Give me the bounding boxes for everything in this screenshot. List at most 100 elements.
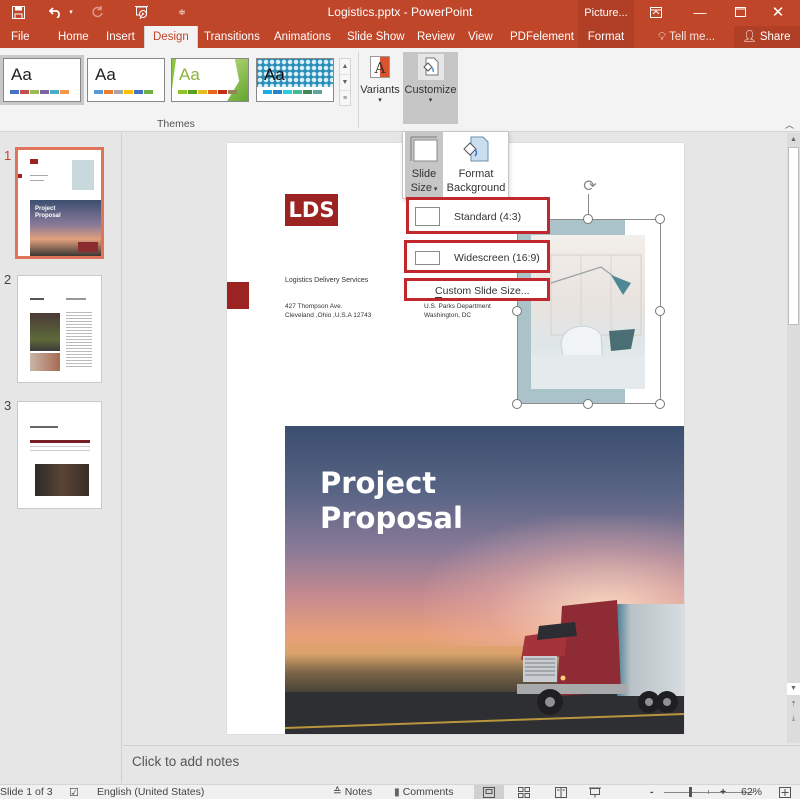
save-button[interactable] bbox=[8, 2, 28, 22]
scrollbar-thumb[interactable] bbox=[788, 147, 799, 325]
tab-file[interactable]: File bbox=[3, 26, 38, 48]
color-swatch bbox=[218, 90, 227, 94]
format-background-button[interactable]: Format Background bbox=[444, 132, 508, 200]
menu-item-standard[interactable]: Standard (4:3) bbox=[406, 197, 550, 234]
language-indicator[interactable]: English (United States) bbox=[97, 786, 204, 798]
resize-handle-sw[interactable] bbox=[512, 399, 522, 409]
slide-show-button[interactable] bbox=[580, 785, 610, 799]
thumb-heading bbox=[66, 298, 86, 300]
resize-handle-w[interactable] bbox=[512, 306, 522, 316]
tab-transitions[interactable]: Transitions bbox=[196, 26, 268, 48]
scroll-up-button[interactable]: ▲ bbox=[787, 134, 800, 146]
slide-size-icon bbox=[410, 136, 438, 162]
address-line-1[interactable]: 427 Thompson Ave. bbox=[285, 302, 343, 311]
start-slideshow-button[interactable] bbox=[132, 2, 150, 22]
tab-slide-show[interactable]: Slide Show bbox=[339, 26, 413, 48]
vertical-scrollbar[interactable]: ▲ ▼ ⤒ ⤓ bbox=[787, 133, 800, 743]
recipient-line-1[interactable]: U.S. Parks Department bbox=[424, 302, 491, 311]
redo-button[interactable] bbox=[90, 2, 106, 22]
thumb-table-row bbox=[30, 450, 90, 451]
thumbnail-number: 3 bbox=[4, 398, 12, 413]
collapse-ribbon-button[interactable]: ︿ bbox=[785, 118, 794, 131]
gallery-scroll-down[interactable]: ▼ bbox=[340, 75, 350, 91]
company-logo[interactable]: LDS bbox=[285, 194, 338, 226]
tab-review[interactable]: Review bbox=[409, 26, 463, 48]
menu-item-custom-slide-size[interactable]: Custom Slide Size... bbox=[404, 278, 550, 301]
zoom-out-button[interactable]: - bbox=[650, 786, 654, 798]
previous-slide-button[interactable]: ⤒ bbox=[787, 699, 800, 711]
resize-handle-e[interactable] bbox=[655, 306, 665, 316]
hero-image[interactable]: Project Proposal bbox=[285, 426, 684, 734]
normal-view-icon bbox=[483, 787, 495, 798]
share-button[interactable]: 👤︎ Share bbox=[734, 26, 800, 48]
facet-decoration-left bbox=[172, 59, 176, 89]
widescreen-ratio-icon bbox=[415, 251, 440, 265]
customize-button[interactable]: Customize ▾ bbox=[403, 52, 458, 124]
tab-view[interactable]: View bbox=[460, 26, 501, 48]
close-button[interactable]: ✕ bbox=[756, 0, 800, 24]
slide-size-button[interactable]: Slide Size ▾ bbox=[405, 132, 443, 200]
widescreen-label: Widescreen (16:9) bbox=[454, 252, 540, 264]
slide-thumbnail-1[interactable]: Project Proposal bbox=[15, 147, 104, 259]
ribbon-display-options-button[interactable] bbox=[634, 0, 678, 24]
variants-button[interactable]: A Variants ▾ bbox=[360, 52, 400, 124]
minimize-button[interactable]: — bbox=[678, 0, 722, 24]
tab-insert[interactable]: Insert bbox=[98, 26, 143, 48]
address-line-2[interactable]: Cleveland ,Ohio ,U.S.A 12743 bbox=[285, 311, 371, 320]
format-background-label-1: Format bbox=[458, 168, 494, 180]
recipient-line-2[interactable]: Washington, DC bbox=[424, 311, 471, 320]
resize-handle-ne[interactable] bbox=[655, 214, 665, 224]
slide-sorter-button[interactable] bbox=[509, 785, 539, 799]
title-bar: ▾ ≑ Logistics.pptx - PowerPoint Picture.… bbox=[0, 0, 800, 26]
slide-thumbnail-2[interactable] bbox=[17, 275, 102, 383]
rotate-handle[interactable]: ⟳ bbox=[581, 178, 599, 196]
slide-sorter-icon bbox=[518, 787, 530, 798]
color-swatch bbox=[40, 90, 49, 94]
spell-check-icon[interactable]: ☑ bbox=[69, 786, 79, 799]
slide-title[interactable]: Project Proposal bbox=[320, 466, 463, 536]
theme-office[interactable]: Aa bbox=[0, 55, 84, 105]
comments-label: Comments bbox=[402, 786, 454, 798]
tab-animations[interactable]: Animations bbox=[266, 26, 339, 48]
zoom-level[interactable]: 62% bbox=[741, 786, 762, 798]
next-slide-button[interactable]: ⤓ bbox=[787, 713, 800, 725]
color-swatch bbox=[198, 90, 207, 94]
thumb-title: Project Proposal bbox=[35, 206, 61, 219]
variants-label: Variants bbox=[360, 84, 400, 96]
notes-toggle[interactable]: ≙ Notes bbox=[333, 786, 372, 798]
undo-button[interactable] bbox=[46, 2, 66, 22]
theme-integral[interactable]: Aa bbox=[256, 58, 334, 102]
color-swatch bbox=[134, 90, 143, 94]
notes-pane[interactable]: Click to add notes bbox=[123, 745, 800, 783]
zoom-in-button[interactable]: + bbox=[720, 786, 726, 798]
gallery-scroll-up[interactable]: ▲ bbox=[340, 59, 350, 75]
customize-qat-button[interactable]: ≑ bbox=[176, 2, 188, 22]
fit-slide-button[interactable] bbox=[770, 785, 800, 799]
tab-format[interactable]: Format bbox=[578, 26, 634, 48]
slide-thumbnail-3[interactable] bbox=[17, 401, 102, 509]
theme-facet[interactable]: Aa bbox=[171, 58, 249, 102]
theme-office-2[interactable]: Aa bbox=[87, 58, 165, 102]
scroll-down-button[interactable]: ▼ bbox=[787, 683, 800, 695]
zoom-slider-thumb[interactable] bbox=[689, 787, 692, 797]
tell-me-search[interactable]: 💡︎ Tell me... bbox=[650, 26, 723, 48]
tab-home[interactable]: Home bbox=[50, 26, 97, 48]
tab-pdfelement[interactable]: PDFelement bbox=[502, 26, 582, 48]
color-swatch bbox=[263, 90, 272, 94]
resize-handle-n[interactable] bbox=[583, 214, 593, 224]
comments-toggle[interactable]: ▮ Comments bbox=[394, 786, 453, 798]
format-background-icon bbox=[463, 136, 489, 162]
resize-handle-se[interactable] bbox=[655, 399, 665, 409]
color-swatch bbox=[313, 90, 322, 94]
reading-view-button[interactable] bbox=[546, 785, 576, 799]
gallery-more-button[interactable]: ≡ bbox=[340, 91, 350, 107]
company-name[interactable]: Logistics Delivery Services bbox=[285, 276, 368, 285]
normal-view-button[interactable] bbox=[474, 785, 504, 799]
redo-icon bbox=[92, 6, 103, 18]
resize-handle-s[interactable] bbox=[583, 399, 593, 409]
menu-item-widescreen[interactable]: Widescreen (16:9) bbox=[404, 240, 550, 273]
fit-to-window-icon bbox=[779, 787, 791, 798]
undo-dropdown[interactable]: ▾ bbox=[66, 2, 76, 22]
tab-design[interactable]: Design bbox=[144, 26, 198, 48]
color-swatch bbox=[303, 90, 312, 94]
